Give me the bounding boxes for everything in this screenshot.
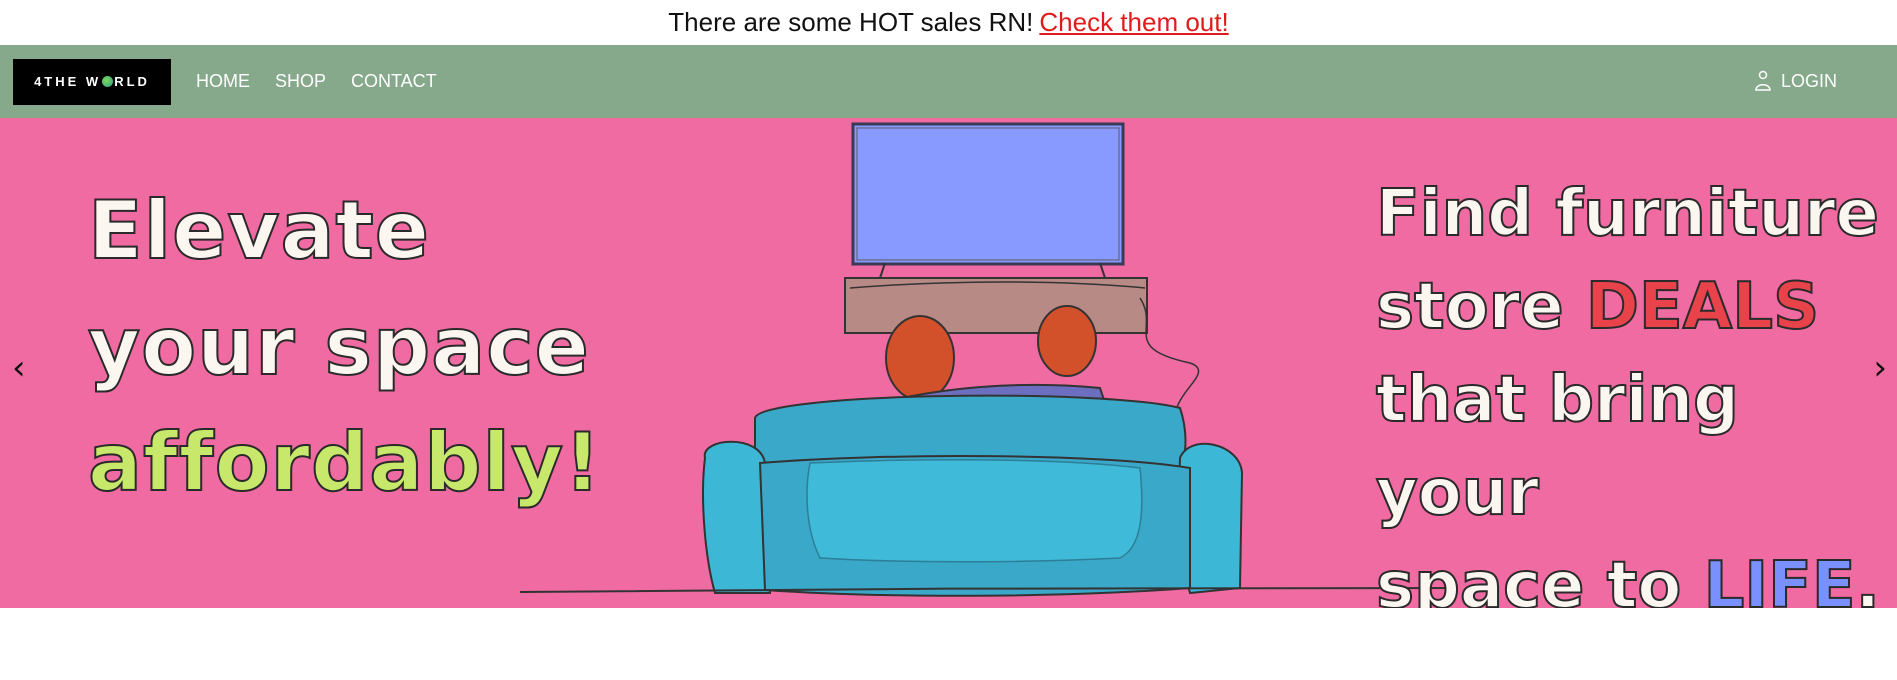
hero-right-life: LIFE — [1703, 548, 1857, 608]
hero-left-headline: Elevate your space affordably! — [87, 173, 602, 521]
hero-right-line-2-a: store — [1375, 269, 1586, 345]
user-icon — [1755, 70, 1771, 91]
hero-right-headline: Find furniture store DEALS that bring yo… — [1375, 168, 1897, 608]
chevron-right-icon[interactable]: › — [1873, 348, 1887, 388]
logo-text-b: RLD — [114, 74, 150, 89]
hero-left-line-3: affordably! — [87, 415, 602, 510]
globe-icon — [102, 76, 114, 87]
hero-right-line-2: store DEALS — [1375, 261, 1897, 354]
logo[interactable]: 4THE W RLD — [13, 58, 171, 105]
hero-carousel: Elevate your space affordably! Find furn… — [0, 118, 1897, 608]
chevron-left-icon[interactable]: ‹ — [12, 348, 26, 388]
hero-left-line-1: Elevate — [87, 183, 430, 278]
hero-right-line-4: space to LIFE. — [1375, 540, 1897, 608]
top-navigation: 4THE W RLD HOME SHOP CONTACT LOGIN — [0, 45, 1897, 118]
couple-watching-tv-illustration — [519, 122, 1456, 597]
hero-left-line-2: your space — [87, 299, 590, 394]
hero-right-line-1: Find furniture — [1375, 176, 1880, 252]
promo-text: There are some HOT sales RN! — [668, 7, 1034, 37]
nav-shop[interactable]: SHOP — [275, 71, 326, 92]
hero-right-line-4-c: . — [1855, 548, 1881, 608]
hero-right-deals: DEALS — [1585, 269, 1820, 345]
promo-banner: There are some HOT sales RN! Check them … — [0, 0, 1897, 45]
promo-link[interactable]: Check them out! — [1039, 7, 1228, 38]
login-button[interactable]: LOGIN — [1755, 45, 1837, 118]
nav-contact[interactable]: CONTACT — [351, 71, 437, 92]
hero-right-line-3: that bring your — [1375, 362, 1740, 531]
hero-right-line-4-a: space to — [1375, 548, 1704, 608]
logo-text-a: 4THE W — [34, 74, 102, 89]
nav-home[interactable]: HOME — [196, 71, 250, 92]
login-label: LOGIN — [1780, 71, 1837, 91]
